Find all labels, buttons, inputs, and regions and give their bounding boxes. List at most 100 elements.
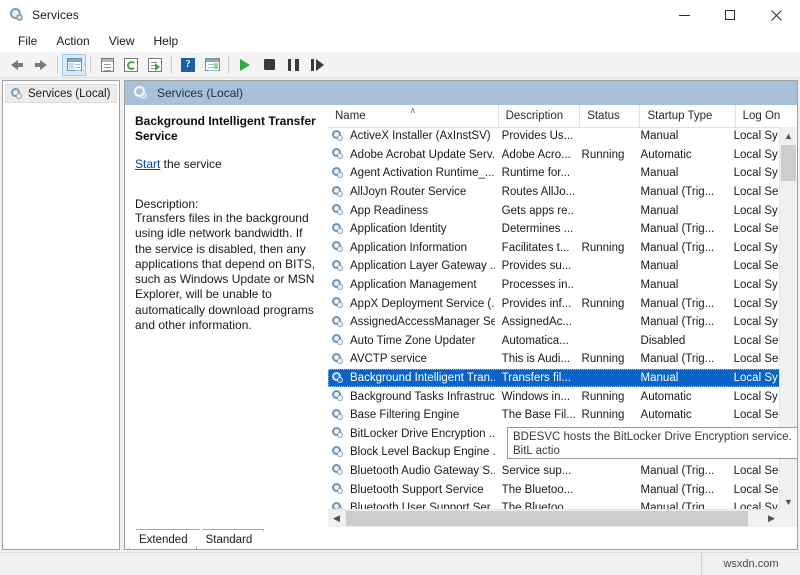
table-row[interactable]: Background Tasks Infrastruc...Windows in…	[328, 387, 780, 406]
row-service-status: Running	[575, 242, 634, 254]
table-row[interactable]: Application Layer Gateway ...Provides su…	[328, 257, 780, 276]
row-service-startup-type: Automatic	[634, 149, 727, 161]
export-list-icon[interactable]	[143, 54, 167, 76]
table-row[interactable]: AVCTP serviceThis is Audi...RunningManua…	[328, 350, 780, 369]
table-row[interactable]: AssignedAccessManager Se...AssignedAc...…	[328, 313, 780, 332]
scroll-down-icon[interactable]: ▼	[780, 493, 797, 510]
vertical-scroll-thumb[interactable]	[781, 145, 796, 181]
table-row[interactable]: Bluetooth Support ServiceThe Bluetoo...M…	[328, 480, 780, 499]
show-hide-action-pane-icon[interactable]	[200, 54, 224, 76]
table-row[interactable]: Background Intelligent Tran...Transfers …	[328, 369, 780, 388]
table-row[interactable]: Adobe Acrobat Update Serv...Adobe Acro..…	[328, 146, 780, 165]
row-service-name: AssignedAccessManager Se...	[328, 315, 495, 330]
table-row[interactable]: Application ManagementProcesses in...Man…	[328, 276, 780, 295]
row-service-description: Provides inf...	[495, 298, 575, 310]
tab-extended[interactable]: Extended	[129, 529, 200, 549]
row-service-startup-type: Manual (Trig...	[634, 353, 727, 365]
services-gear-icon	[331, 147, 346, 162]
row-service-description: Windows in...	[495, 391, 575, 403]
close-button[interactable]	[753, 0, 800, 30]
services-gear-icon	[331, 445, 346, 460]
minimize-button[interactable]	[661, 0, 707, 30]
tab-standard[interactable]: Standard	[196, 529, 265, 549]
row-service-name: Adobe Acrobat Update Serv...	[328, 147, 495, 162]
service-tooltip: BDESVC hosts the BitLocker Drive Encrypt…	[507, 427, 797, 459]
row-service-log-on: Local Se	[727, 223, 780, 235]
table-row[interactable]: Application IdentityDetermines ...Manual…	[328, 220, 780, 239]
stop-service-icon[interactable]	[257, 54, 281, 76]
scroll-right-icon[interactable]: ▶	[763, 510, 780, 527]
column-header-startup-type[interactable]: Startup Type	[640, 105, 735, 127]
row-service-startup-type: Manual (Trig...	[634, 484, 727, 496]
row-service-log-on: Local Se	[727, 186, 780, 198]
row-service-log-on: Local Se	[727, 409, 780, 421]
menu-help[interactable]: Help	[145, 32, 188, 50]
description-label: Description:	[135, 197, 319, 211]
scroll-up-icon[interactable]: ▲	[780, 127, 797, 144]
table-row[interactable]: Agent Activation Runtime_...Runtime for.…	[328, 164, 780, 183]
refresh-icon[interactable]	[119, 54, 143, 76]
status-bar-right-cell: wsxdn.com	[701, 553, 800, 575]
start-service-icon[interactable]	[233, 54, 257, 76]
row-service-startup-type: Manual (Trig...	[634, 242, 727, 254]
horizontal-scroll-thumb[interactable]	[346, 511, 748, 526]
toolbar-separator	[171, 56, 172, 73]
column-header-status-label: Status	[587, 110, 620, 122]
service-detail-pane: Background Intelligent Transfer Service …	[125, 105, 327, 527]
menu-view[interactable]: View	[100, 32, 144, 50]
row-service-name-label: Application Identity	[350, 223, 447, 235]
table-row[interactable]: Application InformationFacilitates t...R…	[328, 239, 780, 258]
row-service-log-on: Local Sy	[727, 298, 780, 310]
help-icon[interactable]: ?	[176, 54, 200, 76]
table-row[interactable]: App ReadinessGets apps re...ManualLocal …	[328, 201, 780, 220]
column-header-name[interactable]: Name ∧	[328, 105, 499, 127]
row-service-startup-type: Manual	[634, 372, 727, 384]
table-row[interactable]: Bluetooth Audio Gateway S...Service sup.…	[328, 462, 780, 481]
maximize-button[interactable]	[707, 0, 753, 30]
row-service-description: Gets apps re...	[495, 205, 575, 217]
restart-service-icon[interactable]	[305, 54, 329, 76]
column-header-description[interactable]: Description	[499, 105, 581, 127]
start-service-link[interactable]: Start	[135, 157, 160, 171]
table-row[interactable]: Auto Time Zone UpdaterAutomatica...Disab…	[328, 332, 780, 351]
table-row[interactable]: ActiveX Installer (AxInstSV)Provides Us.…	[328, 127, 780, 146]
pause-service-icon[interactable]	[281, 54, 305, 76]
table-row[interactable]: AllJoyn Router ServiceRoutes AllJo...Man…	[328, 183, 780, 202]
row-service-name-label: Agent Activation Runtime_...	[350, 167, 494, 179]
forward-icon[interactable]	[29, 54, 53, 76]
row-service-startup-type: Disabled	[634, 335, 727, 347]
row-service-name-label: Bluetooth Support Service	[350, 484, 484, 496]
show-hide-console-tree-icon[interactable]	[62, 54, 86, 76]
tree-item-label: Services (Local)	[28, 88, 110, 100]
column-header-status[interactable]: Status	[580, 105, 640, 127]
status-bar: wsxdn.com	[0, 552, 800, 575]
row-service-log-on: Local Sy	[727, 149, 780, 161]
row-service-name: Application Information	[328, 240, 495, 255]
row-service-name-label: BitLocker Drive Encryption ...	[350, 428, 495, 440]
menu-file[interactable]: File	[9, 32, 46, 50]
row-service-description: Service sup...	[495, 465, 575, 477]
results-pane: Services (Local) Background Intelligent …	[124, 80, 798, 550]
scroll-left-icon[interactable]: ◀	[328, 510, 345, 527]
column-header-log-on[interactable]: Log On	[736, 105, 790, 127]
row-service-log-on: Local Sy	[727, 316, 780, 328]
window-controls	[661, 0, 800, 30]
row-service-description: Processes in...	[495, 279, 575, 291]
table-row[interactable]: AppX Deployment Service (...Provides inf…	[328, 294, 780, 313]
row-service-name-label: Application Information	[350, 242, 467, 254]
row-service-name-label: AssignedAccessManager Se...	[350, 316, 495, 328]
column-header-spacer	[790, 105, 797, 127]
row-service-description: Provides Us...	[495, 130, 575, 142]
services-gear-icon	[133, 85, 149, 101]
row-service-description: Runtime for...	[495, 167, 575, 179]
services-gear-icon	[331, 463, 346, 478]
row-service-status: Running	[575, 409, 634, 421]
tree-item-services-local[interactable]: Services (Local)	[5, 84, 117, 103]
properties-icon[interactable]	[95, 54, 119, 76]
services-gear-icon	[10, 87, 24, 101]
horizontal-scrollbar[interactable]: ◀ ▶	[328, 509, 780, 527]
menu-action[interactable]: Action	[47, 32, 98, 50]
table-row[interactable]: Base Filtering EngineThe Base Fil...Runn…	[328, 406, 780, 425]
view-tabs: Extended Standard	[125, 527, 797, 549]
back-icon[interactable]	[5, 54, 29, 76]
